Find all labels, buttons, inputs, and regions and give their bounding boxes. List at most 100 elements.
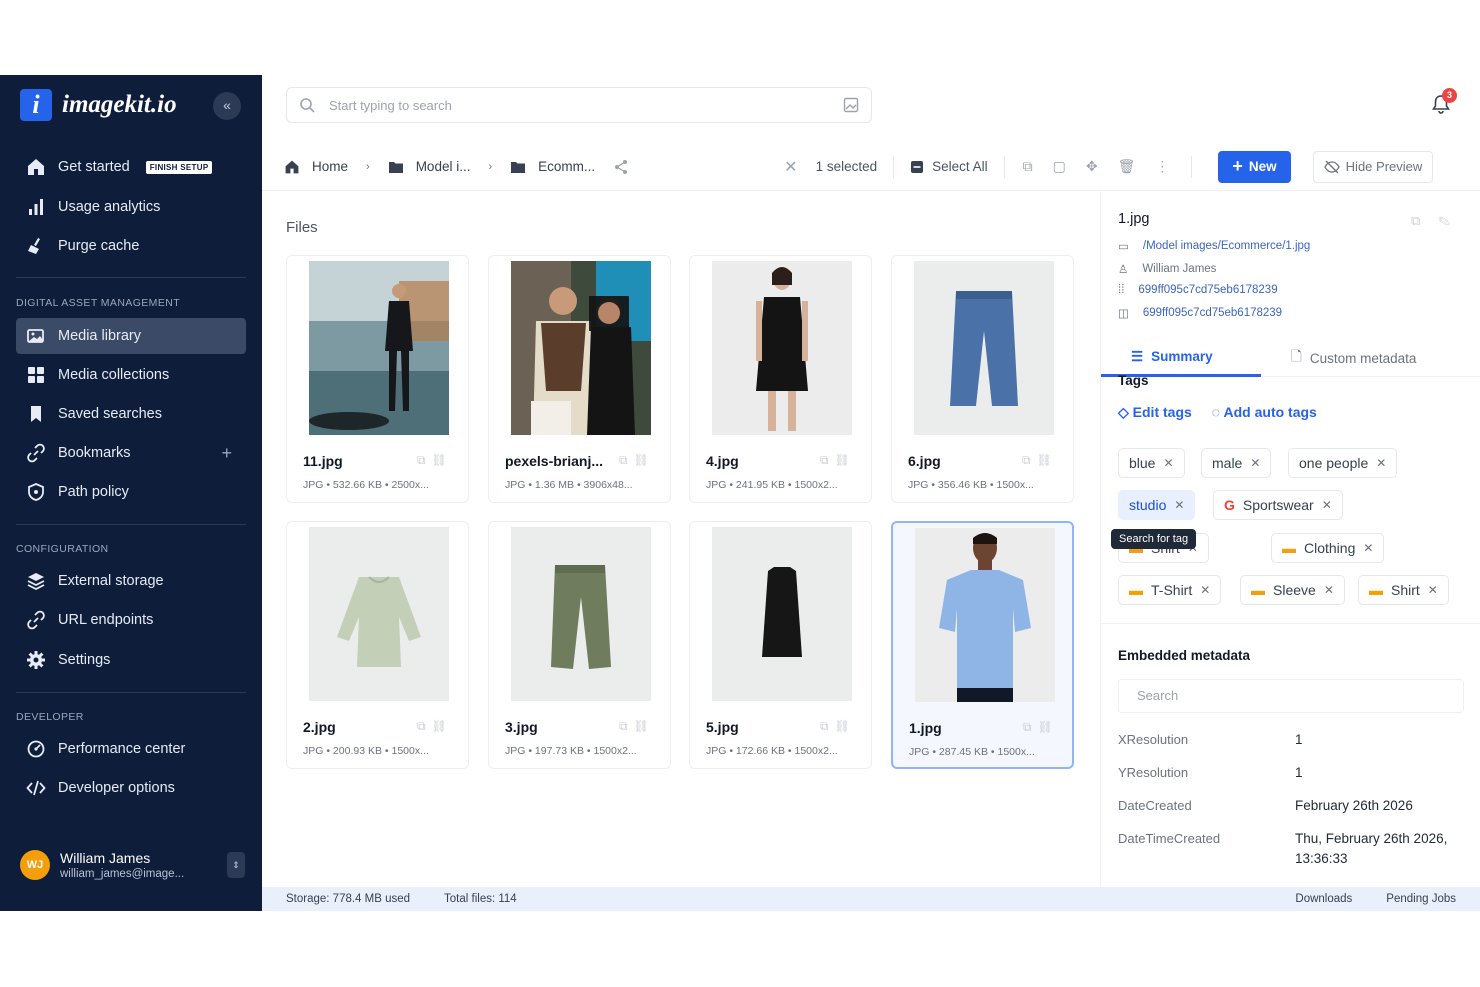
remove-tag-icon[interactable]: ✕: [1363, 541, 1373, 555]
user-info: William James william_james@image...: [60, 850, 184, 880]
tag-chip-auto[interactable]: ▬ Sleeve ✕: [1240, 575, 1345, 605]
file-card[interactable]: pexels-brianj... ⧉⛓ JPG • 1.36 MB • 3906…: [488, 255, 671, 503]
file-actions-icons[interactable]: ⧉⛓: [619, 719, 655, 734]
sidebar-item-bookmarks[interactable]: Bookmarks +: [16, 435, 246, 471]
select-all-button[interactable]: Select All: [932, 159, 988, 174]
remove-tag-icon[interactable]: ✕: [1324, 583, 1334, 597]
breadcrumb-ecommerce[interactable]: Ecomm...: [538, 159, 595, 174]
tag-chip-auto[interactable]: ▬ Shirt ✕: [1358, 575, 1449, 605]
preview-version-id[interactable]: 699ff095c7cd75eb6178239: [1143, 307, 1282, 319]
tag-chip-hovered[interactable]: studio ✕: [1118, 490, 1196, 520]
file-actions-icons[interactable]: ⧉⛓: [820, 453, 856, 468]
collapse-sidebar-button[interactable]: «: [213, 92, 241, 120]
file-actions-icons[interactable]: ⧉⛓: [417, 453, 453, 468]
section-label-dam: DIGITAL ASSET MANAGEMENT: [16, 297, 181, 309]
breadcrumb-home[interactable]: Home: [312, 159, 348, 174]
sidebar-item-saved-searches[interactable]: Saved searches: [16, 396, 246, 432]
remove-tag-icon[interactable]: ✕: [1376, 456, 1386, 470]
search-bar[interactable]: Start typing to search: [286, 87, 872, 123]
notification-count-badge: 3: [1442, 88, 1457, 103]
tag-chip-auto[interactable]: ▬ Clothing ✕: [1271, 533, 1385, 563]
preview-id-row: ⁞⁞ 699ff095c7cd75eb6178239: [1118, 284, 1278, 296]
new-button[interactable]: + New: [1218, 150, 1291, 183]
remove-tag-icon[interactable]: ✕: [1174, 498, 1184, 512]
tag-chip-auto[interactable]: ▬ T-Shirt ✕: [1118, 575, 1222, 605]
finish-setup-badge[interactable]: FINISH SETUP: [145, 160, 213, 174]
bookmark-icon: [31, 406, 41, 422]
add-auto-tags-button[interactable]: ◌ Add auto tags: [1212, 404, 1317, 421]
sidebar-item-performance-center[interactable]: Performance center: [16, 731, 246, 767]
clear-selection-icon[interactable]: ✕: [784, 157, 797, 177]
sidebar-item-url-endpoints[interactable]: URL endpoints: [16, 602, 246, 638]
tag-chip[interactable]: male ✕: [1201, 448, 1272, 478]
delete-icon[interactable]: 🗑︎: [1118, 158, 1136, 175]
search-input[interactable]: Start typing to search: [329, 98, 829, 113]
user-profile[interactable]: WJ William James william_james@image... …: [20, 850, 245, 880]
file-card[interactable]: 11.jpg ⧉⛓ JPG • 532.66 KB • 2500x...: [286, 255, 469, 503]
tab-custom-label: Custom metadata: [1309, 350, 1417, 366]
file-card[interactable]: 6.jpg ⧉⛓ JPG • 356.46 KB • 1500x...: [891, 255, 1074, 503]
preview-file-id[interactable]: 699ff095c7cd75eb6178239: [1138, 284, 1277, 296]
file-card[interactable]: 4.jpg ⧉⛓ JPG • 241.95 KB • 1500x2...: [689, 255, 872, 503]
tag-chip[interactable]: blue ✕: [1118, 448, 1185, 478]
file-meta: JPG • 241.95 KB • 1500x2...: [706, 479, 838, 491]
pending-jobs-link[interactable]: Pending Jobs: [1386, 893, 1456, 905]
remove-tag-icon[interactable]: ✕: [1163, 456, 1173, 470]
duplicate-icon[interactable]: ▢: [1053, 158, 1066, 175]
sidebar-item-label: Media library: [58, 328, 141, 344]
more-options-icon[interactable]: ⋮: [1155, 158, 1169, 175]
tab-summary[interactable]: ☰ Summary: [1101, 339, 1261, 377]
metadata-search-input[interactable]: Search: [1118, 679, 1464, 713]
add-bookmark-icon[interactable]: +: [221, 443, 232, 464]
breadcrumb-model-images[interactable]: Model i...: [416, 159, 471, 174]
file-actions-icons[interactable]: ⧉⛓: [619, 453, 655, 468]
sidebar-item-media-library[interactable]: Media library: [16, 318, 246, 354]
file-actions-icons[interactable]: ⧉⛓: [417, 719, 453, 734]
chevron-updown-icon[interactable]: ⇕: [227, 852, 245, 878]
sidebar-item-get-started[interactable]: Get started FINISH SETUP: [16, 149, 246, 185]
remove-tag-icon[interactable]: ✕: [1322, 498, 1332, 512]
select-all-icon: [911, 160, 924, 173]
sidebar-item-purge-cache[interactable]: Purge cache: [16, 228, 246, 264]
file-card-selected[interactable]: 1.jpg ⧉⛓ JPG • 287.45 KB • 1500x...: [891, 521, 1074, 769]
metadata-value: February 26th 2026: [1295, 798, 1413, 813]
downloads-link[interactable]: Downloads: [1295, 893, 1352, 905]
aws-icon: ▬: [1369, 582, 1383, 598]
file-actions-icons[interactable]: ⧉⛓: [1022, 453, 1058, 468]
preview-path[interactable]: /Model images/Ecommerce/1.jpg: [1143, 240, 1310, 252]
tag-chip-auto[interactable]: G Sportswear ✕: [1213, 490, 1343, 520]
new-button-label: New: [1248, 159, 1277, 174]
file-card[interactable]: 5.jpg ⧉⛓ JPG • 172.66 KB • 1500x2...: [689, 521, 872, 769]
chevron-right-icon: ›: [488, 160, 493, 173]
hide-preview-button[interactable]: Hide Preview: [1312, 150, 1434, 183]
file-actions-icons[interactable]: ⧉⛓: [820, 719, 856, 734]
tab-custom-metadata[interactable]: 🗋 Custom metadata: [1291, 339, 1416, 377]
home-icon: [28, 159, 44, 175]
sidebar-item-usage-analytics[interactable]: Usage analytics: [16, 189, 246, 225]
brand-logo[interactable]: i imagekit.io: [20, 89, 177, 121]
file-card[interactable]: 2.jpg ⧉⛓ JPG • 200.93 KB • 1500x...: [286, 521, 469, 769]
move-icon[interactable]: ✥: [1086, 158, 1098, 175]
file-actions-icons[interactable]: ⧉⛓: [1023, 720, 1059, 735]
sidebar-item-external-storage[interactable]: External storage: [16, 563, 246, 599]
tag-chip[interactable]: one people ✕: [1288, 448, 1398, 478]
image-search-icon[interactable]: [843, 97, 859, 113]
sidebar-item-media-collections[interactable]: Media collections: [16, 357, 246, 393]
edit-tags-button[interactable]: ◇ Edit tags: [1118, 404, 1192, 421]
sidebar-item-settings[interactable]: Settings: [16, 642, 246, 678]
tag-label: Sportswear: [1242, 497, 1314, 513]
version-icon: ◫: [1118, 308, 1129, 320]
copy-icon[interactable]: ⧉: [1023, 158, 1033, 175]
preview-actions-icons[interactable]: ⧉✎: [1411, 213, 1468, 229]
file-card[interactable]: 3.jpg ⧉⛓ JPG • 197.73 KB • 1500x2...: [488, 521, 671, 769]
tag-icon: ◇: [1118, 404, 1129, 420]
file-meta: JPG • 532.66 KB • 2500x...: [303, 479, 429, 491]
remove-tag-icon[interactable]: ✕: [1250, 456, 1260, 470]
remove-tag-icon[interactable]: ✕: [1200, 583, 1210, 597]
sidebar-item-developer-options[interactable]: Developer options: [16, 770, 246, 806]
sidebar-item-path-policy[interactable]: Path policy: [16, 474, 246, 510]
panel-divider: [1101, 623, 1480, 624]
notifications-button[interactable]: 3: [1430, 88, 1457, 117]
remove-tag-icon[interactable]: ✕: [1428, 583, 1438, 597]
share-icon[interactable]: [613, 159, 629, 175]
